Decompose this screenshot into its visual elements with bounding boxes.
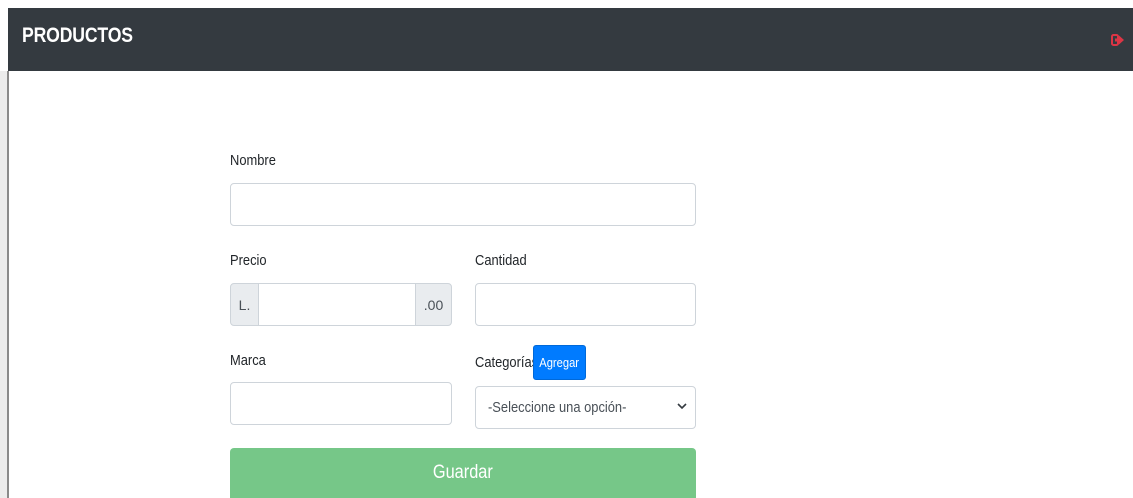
nombre-label: Nombre [230,152,276,169]
precio-input[interactable] [258,283,416,326]
marca-label: Marca [230,352,266,369]
agregar-button-label: Agregar [539,355,580,370]
cantidad-label: Cantidad [475,252,527,269]
marca-input[interactable] [230,382,452,425]
precio-prefix: L. [230,283,259,326]
precio-suffix: .00 [415,283,452,326]
agregar-categoria-button[interactable]: Agregar [533,345,586,380]
page-title: PRODUCTOS [22,24,133,47]
categorias-label: Categorías [475,354,539,371]
chevron-down-icon [677,403,687,410]
guardar-button[interactable]: Guardar [230,448,696,498]
sign-out-icon[interactable] [1111,33,1125,47]
guardar-button-label: Guardar [433,462,493,483]
top-navbar: PRODUCTOS [8,8,1133,71]
precio-label: Precio [230,252,267,269]
nombre-input[interactable] [230,183,696,226]
cantidad-input[interactable] [475,283,696,326]
sidebar-edge [0,71,9,498]
categorias-selected-value: -Seleccione una opción- [488,399,627,416]
categorias-select[interactable]: -Seleccione una opción- [475,386,696,429]
